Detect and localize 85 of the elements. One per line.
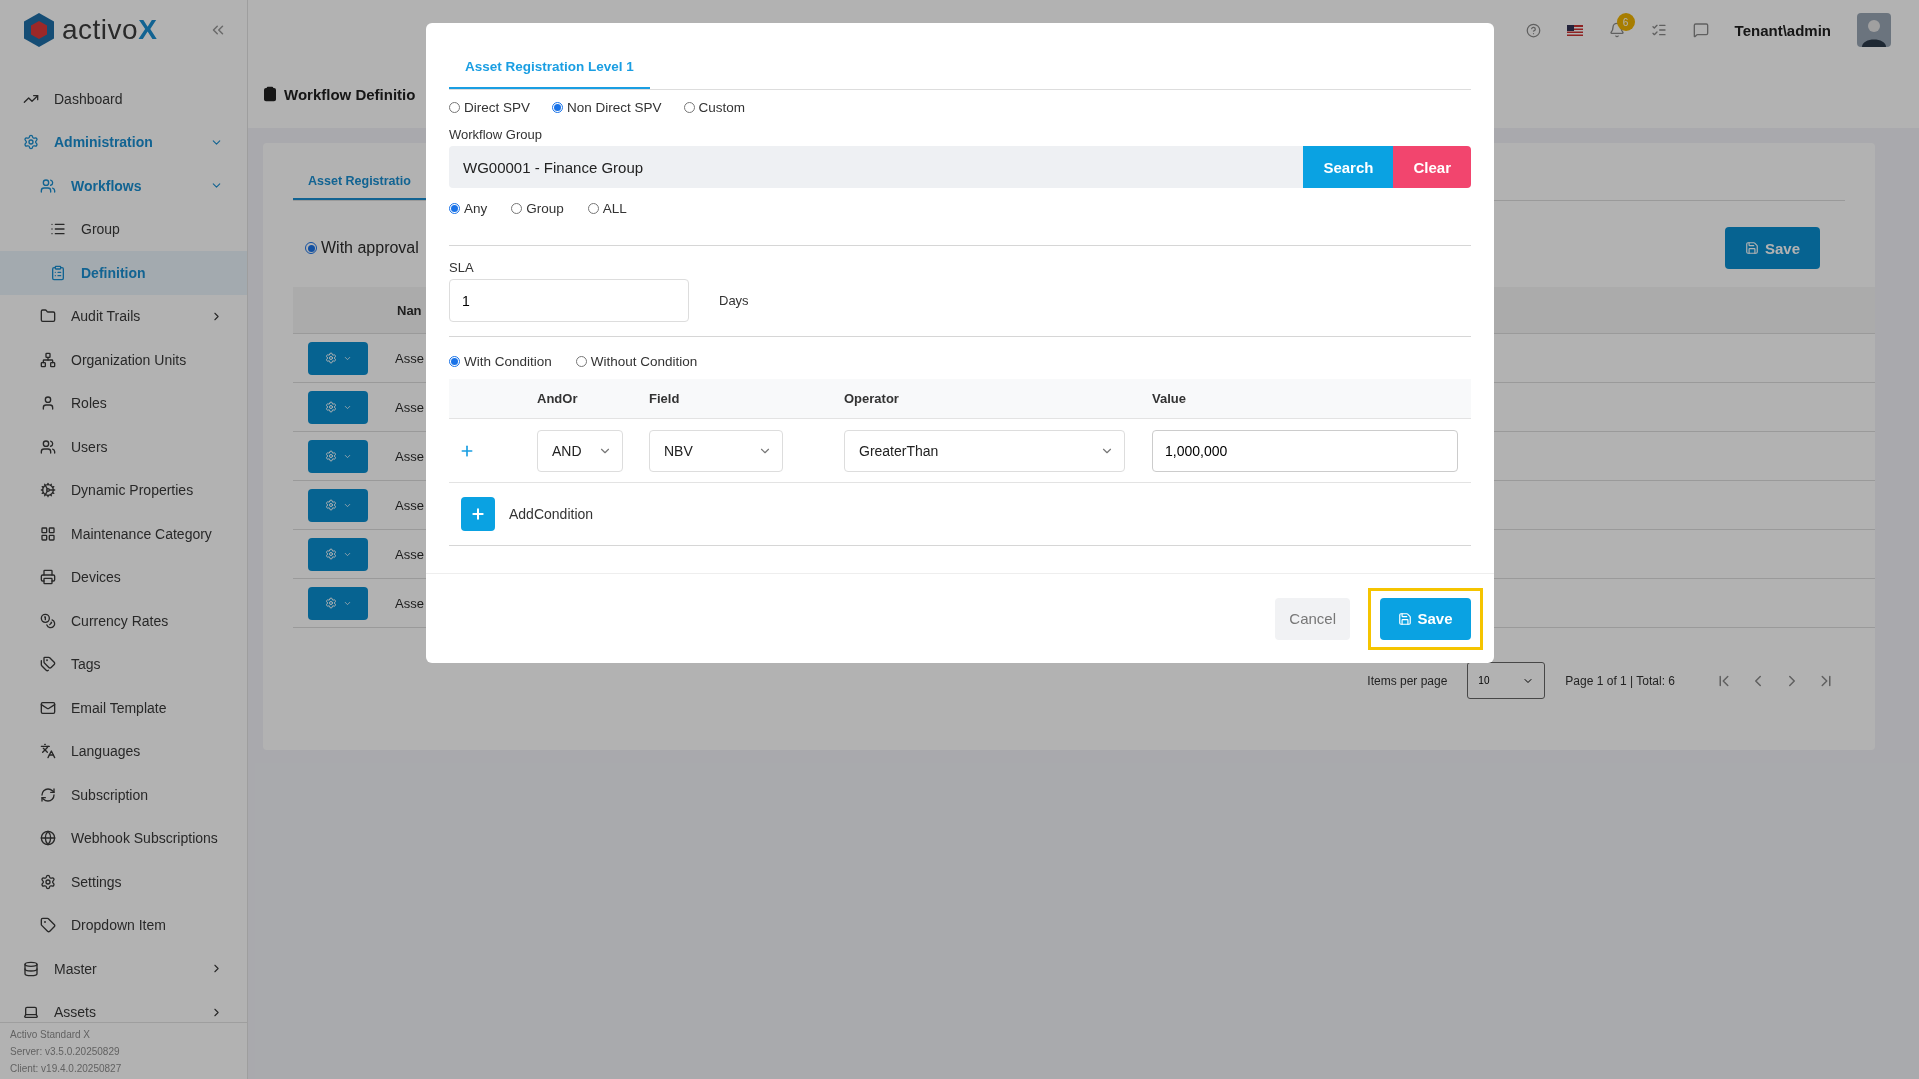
radio-label: Any <box>464 200 488 216</box>
radio-label: ALL <box>602 200 627 216</box>
sidebar-item[interactable]: Audit Trails <box>0 294 247 338</box>
radio-label: Non Direct SPV <box>567 99 662 115</box>
sidebar-item[interactable]: Dropdown Item <box>0 903 247 947</box>
gear-menu-button[interactable] <box>308 537 368 571</box>
column-header: Value <box>1152 391 1187 406</box>
table-cell: Asse <box>395 595 424 611</box>
workflow-group-field[interactable]: WG00001 - Finance Group <box>449 146 1304 188</box>
sidebar-item[interactable]: Dynamic Properties <box>0 468 247 512</box>
add-condition-label: AddCondition <box>509 506 594 522</box>
table-cell: Asse <box>395 350 424 366</box>
sidebar-item[interactable]: Languages <box>0 729 247 773</box>
field-label: SLA <box>449 260 475 275</box>
page-title: Workflow Definitio <box>284 85 416 103</box>
column-header: Nan <box>397 302 422 318</box>
items-per-page-label: Items per page <box>1367 673 1448 688</box>
add-condition-button[interactable] <box>461 497 495 531</box>
gear-icon <box>324 450 337 462</box>
column-header: AndOr <box>537 391 579 406</box>
column-header: Field <box>649 391 681 406</box>
sidebar-item[interactable]: Settings <box>0 860 247 904</box>
sidebar-item[interactable]: Email Template <box>0 686 247 730</box>
operator-select[interactable]: GreaterThan <box>844 429 1125 472</box>
page-size-select[interactable]: 10 <box>1467 662 1546 699</box>
clipboard-icon <box>262 86 278 102</box>
field-select[interactable]: NBV <box>649 429 783 472</box>
sidebar-item[interactable]: Currency Rates <box>0 599 247 643</box>
sidebar-item[interactable]: Group <box>0 207 247 251</box>
radio-label: Direct SPV <box>464 99 531 115</box>
gear-icon <box>324 352 337 364</box>
sidebar-item[interactable]: Roles <box>0 381 247 425</box>
unit-label: Days <box>719 293 749 308</box>
version-text: Server: v3.5.0.20250829 <box>10 1045 121 1059</box>
sidebar-item[interactable]: Organization Units <box>0 338 247 382</box>
sla-field[interactable]: 1 <box>449 279 689 322</box>
checklist-icon[interactable] <box>1650 22 1667 38</box>
radio-label: With approval <box>321 239 419 257</box>
radio-label: With Condition <box>464 353 552 369</box>
field-label: Workflow Group <box>449 127 543 142</box>
sidebar-item[interactable]: Devices <box>0 555 247 599</box>
logo-text: activoX <box>62 14 158 46</box>
and-or-select[interactable]: AND <box>537 429 623 472</box>
cancel-button[interactable]: Cancel <box>1275 597 1350 640</box>
gear-icon <box>324 548 337 560</box>
sidebar-item[interactable]: Dashboard <box>0 77 247 121</box>
gear-menu-button[interactable] <box>308 341 368 375</box>
gear-icon <box>324 597 337 609</box>
table-cell: Asse <box>395 546 424 562</box>
clear-button[interactable]: Clear <box>1393 146 1471 188</box>
radio-label: Group <box>526 200 564 216</box>
radio-label: Without Condition <box>590 353 698 369</box>
gear-menu-button[interactable] <box>308 488 368 522</box>
version-text: Client: v19.4.0.20250827 <box>10 1062 123 1076</box>
sidebar-item[interactable]: Users <box>0 425 247 469</box>
sidebar-item[interactable]: Tags <box>0 642 247 686</box>
sidebar-item[interactable]: Subscription <box>0 773 247 817</box>
gear-menu-button[interactable] <box>308 390 368 424</box>
column-header: Operator <box>844 391 900 406</box>
gear-menu-button[interactable] <box>308 586 368 620</box>
bell-icon[interactable] <box>1608 22 1625 38</box>
table-cell: Asse <box>395 497 424 513</box>
gear-icon <box>324 401 337 413</box>
save-icon <box>1744 241 1759 255</box>
user-name[interactable]: Tenant\admin <box>1734 21 1831 39</box>
sidebar-item[interactable]: Assets <box>0 990 247 1022</box>
avatar-icon[interactable] <box>1857 13 1891 47</box>
logo-icon <box>22 12 56 48</box>
sidebar-item[interactable]: Maintenance Category <box>0 512 247 556</box>
page-summary: Page 1 of 1 | Total: 6 <box>1565 673 1675 688</box>
flag-icon[interactable] <box>1566 24 1583 36</box>
table-cell: Asse <box>395 448 424 464</box>
chat-icon[interactable] <box>1692 22 1709 38</box>
help-icon[interactable] <box>1525 22 1541 38</box>
sidebar-item[interactable]: Master <box>0 947 247 991</box>
radio-label: Custom <box>698 99 746 115</box>
gear-menu-button[interactable] <box>308 439 368 473</box>
plus-icon <box>470 506 486 522</box>
gear-icon <box>324 499 337 511</box>
sidebar-item[interactable]: Webhook Subscriptions <box>0 816 247 860</box>
value-field[interactable]: 1,000,000 <box>1152 429 1458 472</box>
notification-badge: 6 <box>1616 13 1635 31</box>
version-text: Activo Standard X <box>10 1028 92 1042</box>
save-icon <box>1398 611 1413 626</box>
table-cell: Asse <box>395 399 424 415</box>
